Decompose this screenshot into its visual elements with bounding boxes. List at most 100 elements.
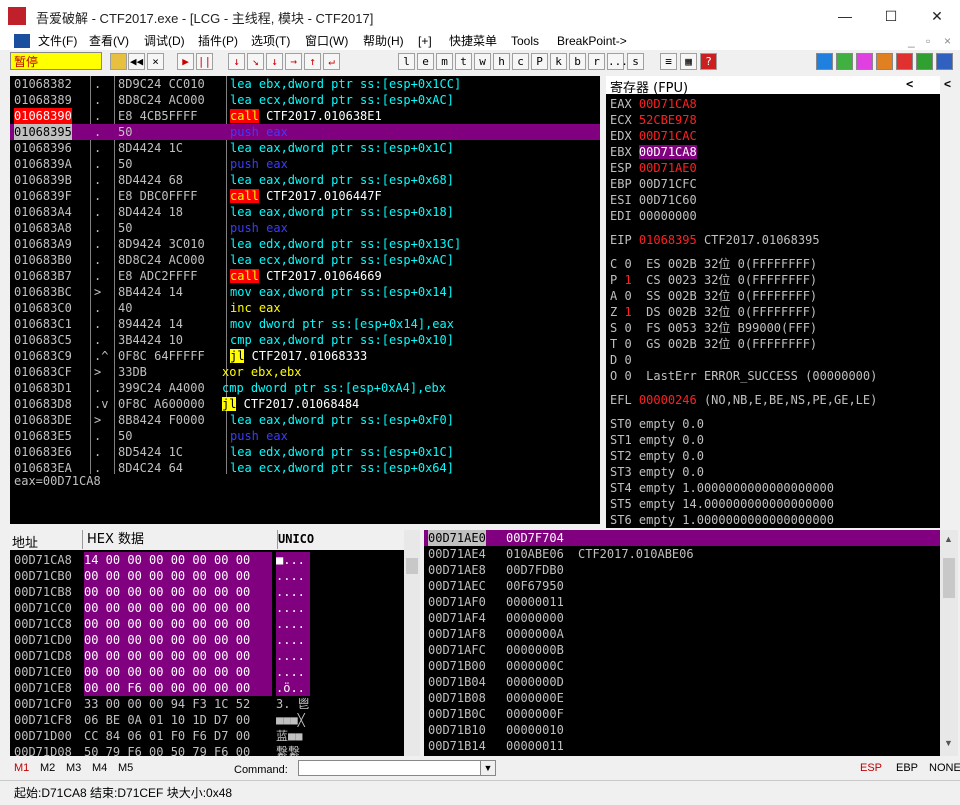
stack-row[interactable]: 00D71AF4 00000000 [424, 610, 940, 626]
m2-tab[interactable]: M2 [40, 762, 55, 774]
disassembly-pane[interactable]: 01068382. 8D9C24 CC010 lea ebx,dword ptr s… [10, 76, 600, 474]
source-window-button[interactable]: s [627, 53, 644, 70]
memory-dump-pane[interactable]: 地址 HEX 数据 UNICO 00D71CA8 14 00 00 00 00 0… [10, 530, 404, 756]
scroll-up-icon[interactable]: ▲ [944, 534, 953, 544]
target-plugin-icon[interactable] [896, 53, 913, 70]
disassembly-row[interactable]: 010683A9. 8D9424 3C010 lea edx,dword ptr s… [10, 236, 600, 252]
windows-window-button[interactable]: w [474, 53, 491, 70]
disassembly-row[interactable]: 010683DE >8B8424 F0000 lea eax,dword ptr s… [10, 412, 600, 428]
stack-row[interactable]: 00D71B0C 0000000F [424, 706, 940, 722]
disassembly-row[interactable]: 0106839F. E8 DBC0FFFF call CTF2017.0106447… [10, 188, 600, 204]
menu-debug[interactable]: 调试(D) [144, 32, 185, 50]
disassembly-row[interactable]: 010683C0. 40 inc eax [10, 300, 600, 316]
m5-tab[interactable]: M5 [118, 762, 133, 774]
close-process-icon[interactable]: × [147, 53, 164, 70]
register-row[interactable]: EDX 00D71CAC [610, 128, 704, 144]
disassembly-row[interactable]: 010683EA. 8D4C24 64 lea ecx,dword ptr ss:[… [10, 460, 600, 474]
none-toggle[interactable]: NONE [929, 762, 960, 774]
registers-nav-left[interactable]: < [906, 77, 913, 91]
execute-till-return-icon[interactable]: ↑ [304, 53, 321, 70]
disassembly-row[interactable]: 01068390. E8 4CB5FFFF call CTF2017.010638E… [10, 108, 600, 124]
bars-plugin-icon[interactable] [916, 53, 933, 70]
menu-window[interactable]: 窗口(W) [305, 32, 348, 50]
maximize-button[interactable]: ☐ [868, 0, 914, 32]
stack-scrollbar[interactable]: ▲ ▼ [940, 530, 958, 756]
stack-row[interactable]: 00D71AF8 0000000A [424, 626, 940, 642]
register-row[interactable]: P 1 CS 0023 32位 0(FFFFFFFF) [610, 272, 824, 288]
trace-over-icon[interactable]: → [285, 53, 302, 70]
mdi-minimize-button[interactable]: _ [908, 32, 915, 50]
call-stack-button[interactable]: k [550, 53, 567, 70]
help-icon[interactable]: ? [700, 53, 717, 70]
register-row[interactable]: EBX 00D71CA8 [610, 144, 704, 160]
disassembly-row[interactable]: 010683B7. E8 ADC2FFFF call CTF2017.0106466… [10, 268, 600, 284]
register-row[interactable]: A 0 SS 002B 32位 0(FFFFFFFF) [610, 288, 824, 304]
minimize-button[interactable]: — [822, 0, 868, 32]
disassembly-row[interactable]: 01068395. 50 push eax [10, 124, 600, 140]
disassembly-row[interactable]: 01068396. 8D4424 1C lea eax,dword ptr ss:[… [10, 140, 600, 156]
a-plugin-icon[interactable] [856, 53, 873, 70]
stack-row[interactable]: 00D71B10 00000010 [424, 722, 940, 738]
disassembly-row[interactable]: 0106839A. 50 push eax [10, 156, 600, 172]
pause-plugin-icon[interactable] [836, 53, 853, 70]
stack-row[interactable]: 00D71B08 0000000E [424, 690, 940, 706]
register-row[interactable]: ST1 empty 0.0 [610, 432, 711, 448]
m4-tab[interactable]: M4 [92, 762, 107, 774]
registers-nav-right[interactable]: < [944, 77, 951, 91]
register-row[interactable]: ST2 empty 0.0 [610, 448, 711, 464]
run-icon[interactable]: ▶ [177, 53, 194, 70]
goto-icon[interactable]: ↵ [323, 53, 340, 70]
handles-window-button[interactable]: h [493, 53, 510, 70]
stack-row[interactable]: 00D71B04 0000000D [424, 674, 940, 690]
register-row[interactable]: ST5 empty 14.000000000000000000 [610, 496, 841, 512]
mdi-restore-button[interactable]: ▫ [926, 32, 930, 50]
menu-view[interactable]: 查看(V) [89, 32, 129, 50]
stack-row[interactable]: 00D71B00 0000000C [424, 658, 940, 674]
stack-row[interactable]: 00D71AE0 00D7F704 [424, 530, 940, 546]
stack-row[interactable]: 00D71AE4 010ABE06 CTF2017.010ABE06 [424, 546, 940, 562]
disassembly-row[interactable]: 010683A8. 50 push eax [10, 220, 600, 236]
references-window-button[interactable]: r [588, 53, 605, 70]
register-row[interactable]: EBP 00D71CFC [610, 176, 704, 192]
register-row[interactable]: ST6 empty 1.0000000000000000000 [610, 512, 841, 528]
stack-row[interactable]: 00D71B14 00000011 [424, 738, 940, 754]
disassembly-row[interactable]: 010683BC >8B4424 14 mov eax,dword ptr ss:[… [10, 284, 600, 300]
m3-tab[interactable]: M3 [66, 762, 81, 774]
disassembly-row[interactable]: 010683E6. 8D5424 1C lea edx,dword ptr ss:[… [10, 444, 600, 460]
disassembly-row[interactable]: 010683D1. 399C24 A4000 cmp dword ptr ss:[e… [10, 380, 600, 396]
disassembly-row[interactable]: 010683D8 .v 0F8C A600000 jl CTF2017.0106848… [10, 396, 600, 412]
disassembly-row[interactable]: 010683CF >33DB xor ebx,ebx [10, 364, 600, 380]
refresh-plugin-icon[interactable] [816, 53, 833, 70]
disassembly-row[interactable]: 01068382. 8D9C24 CC010 lea ebx,dword ptr s… [10, 76, 600, 92]
menu-breakpoint[interactable]: BreakPoint-> [557, 32, 627, 50]
menu-options[interactable]: 选项(T) [251, 32, 290, 50]
disassembly-row[interactable]: 010683E5. 50 push eax [10, 428, 600, 444]
disassembly-row[interactable]: 010683C5. 3B4424 10 cmp eax,dword ptr ss:[… [10, 332, 600, 348]
register-row[interactable]: D 0 [610, 352, 675, 368]
register-row[interactable]: T 0 GS 002B 32位 0(FFFFFFFF) [610, 336, 824, 352]
disassembly-row[interactable]: 010683C1. 894424 14 mov dword ptr ss:[esp+… [10, 316, 600, 332]
register-row[interactable]: C 0 ES 002B 32位 0(FFFFFFFF) [610, 256, 824, 272]
record-plugin-icon[interactable] [876, 53, 893, 70]
patches-window-button[interactable]: P [531, 53, 548, 70]
close-button[interactable]: ✕ [914, 0, 960, 32]
menu-file[interactable]: 文件(F) [38, 32, 77, 50]
stack-scroll-thumb[interactable] [943, 558, 955, 598]
register-row[interactable]: ST0 empty 0.0 [610, 416, 711, 432]
dump-scroll-thumb[interactable] [406, 558, 418, 574]
step-over-icon[interactable]: ↘ [247, 53, 264, 70]
disassembly-row[interactable]: 010683B0. 8D8C24 AC000 lea ecx,dword ptr s… [10, 252, 600, 268]
menu-plugins[interactable]: 插件(P) [198, 32, 238, 50]
stack-row[interactable]: 00D71AEC 00F67950 [424, 578, 940, 594]
settings-plugin-icon[interactable] [936, 53, 953, 70]
register-row[interactable]: EIP 01068395 CTF2017.01068395 [610, 232, 827, 248]
run-trace-button[interactable]: ... [607, 53, 628, 70]
threads-window-button[interactable]: t [455, 53, 472, 70]
step-into-icon[interactable]: ↓ [228, 53, 245, 70]
pause-icon[interactable]: || [196, 53, 213, 70]
register-row[interactable]: ESP 00D71AE0 [610, 160, 704, 176]
dump-header-hex[interactable]: HEX 数据 [82, 530, 278, 549]
mdi-close-button[interactable]: × [944, 32, 951, 50]
esp-toggle[interactable]: ESP [860, 762, 882, 774]
log-window-button[interactable]: l [398, 53, 415, 70]
